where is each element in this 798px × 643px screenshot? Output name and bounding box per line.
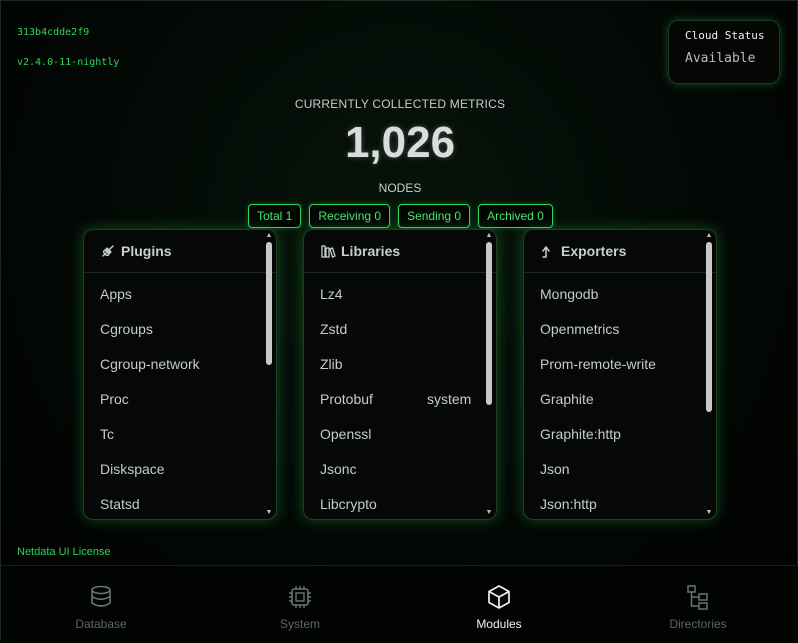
list-item-label: Protobuf — [320, 391, 373, 407]
list-item: Graphite — [540, 391, 594, 407]
list-item: Libcrypto — [320, 496, 377, 512]
libraries-panel: Libraries Lz4 Zstd Zlib Protobuf system … — [303, 229, 497, 520]
exporters-list: Mongodb Openmetrics Prom-remote-write Gr… — [540, 286, 696, 519]
libraries-scrollbar[interactable]: ▲ ▼ — [485, 230, 493, 519]
scroll-down-icon[interactable]: ▼ — [705, 509, 713, 517]
nodes-chips: Total 1 Receiving 0 Sending 0 Archived 0 — [248, 204, 553, 228]
libraries-list: Lz4 Zstd Zlib Protobuf system Openssl Js… — [320, 286, 476, 519]
tab-system[interactable]: System — [225, 566, 375, 643]
list-item: Cgroup-network — [100, 356, 200, 372]
list-item: Prom-remote-write — [540, 356, 656, 372]
list-item: Json — [540, 461, 570, 477]
database-icon — [91, 585, 111, 607]
plugins-scrollbar[interactable]: ▲ ▼ — [265, 230, 273, 519]
scroll-down-icon[interactable]: ▼ — [485, 509, 493, 517]
list-item-extra: system — [427, 391, 472, 407]
chip-receiving[interactable]: Receiving 0 — [309, 204, 391, 228]
list-item-protobuf: Protobuf system — [320, 391, 476, 426]
scroll-down-icon[interactable]: ▼ — [265, 509, 273, 517]
chip-total[interactable]: Total 1 — [248, 204, 302, 228]
scroll-thumb[interactable] — [706, 242, 712, 412]
plugins-panel-title: Plugins — [121, 243, 172, 259]
list-item: Cgroups — [100, 321, 153, 337]
list-item: Openmetrics — [540, 321, 620, 337]
chip-icon — [289, 586, 311, 608]
nodes-title: NODES — [378, 181, 422, 195]
list-item: Lz4 — [320, 286, 343, 302]
metrics-title: CURRENTLY COLLECTED METRICS — [294, 97, 506, 111]
scroll-thumb[interactable] — [266, 242, 272, 365]
app-frame: 313b4cdde2f9 v2.4.0-11-nightly Cloud Sta… — [0, 0, 798, 643]
list-item: Tc — [100, 426, 114, 442]
exporters-panel-title: Exporters — [561, 243, 627, 259]
metrics-value: 1,026 — [344, 118, 456, 167]
list-item: Mongodb — [540, 286, 599, 302]
list-item: Apps — [100, 286, 132, 302]
cloud-status-card[interactable]: Cloud Status Available — [668, 20, 780, 84]
library-icon — [321, 245, 336, 258]
tab-database[interactable]: Database — [26, 566, 176, 643]
folder-tree-icon — [687, 585, 708, 610]
plugins-panel-header: Plugins — [84, 230, 276, 273]
scroll-up-icon[interactable]: ▲ — [705, 232, 713, 240]
cloud-status-title: Cloud Status — [685, 29, 765, 42]
chip-sending[interactable]: Sending 0 — [398, 204, 471, 228]
scroll-up-icon[interactable]: ▲ — [265, 232, 273, 240]
footer-tabs: Database System Modules Directories — [1, 565, 798, 643]
tab-modules[interactable]: Modules — [424, 566, 574, 643]
libraries-panel-header: Libraries — [304, 230, 496, 273]
exporters-panel: Exporters Mongodb Openmetrics Prom-remot… — [523, 229, 717, 520]
tab-directories[interactable]: Directories — [623, 566, 773, 643]
build-hash: 313b4cdde2f9 — [17, 27, 90, 38]
tab-database-label: Database — [75, 617, 127, 631]
list-item: Proc — [100, 391, 129, 407]
scroll-up-icon[interactable]: ▲ — [485, 232, 493, 240]
tab-modules-label: Modules — [476, 617, 522, 631]
plug-icon — [102, 245, 114, 257]
tab-directories-label: Directories — [669, 617, 727, 631]
build-version: v2.4.0-11-nightly — [17, 57, 120, 68]
libraries-panel-title: Libraries — [341, 243, 401, 259]
chip-archived[interactable]: Archived 0 — [478, 204, 553, 228]
list-item: Jsonc — [320, 461, 357, 477]
list-item: Openssl — [320, 426, 372, 442]
license-link[interactable]: Netdata UI License — [17, 546, 111, 558]
export-arrow-icon — [542, 246, 550, 258]
cloud-status-value: Available — [685, 51, 756, 66]
tab-system-label: System — [279, 617, 320, 631]
cube-icon — [488, 585, 510, 609]
list-item: Zstd — [320, 321, 348, 337]
scroll-thumb[interactable] — [486, 242, 492, 405]
plugins-list: Apps Cgroups Cgroup-network Proc Tc Disk… — [100, 286, 256, 519]
list-item: Diskspace — [100, 461, 165, 477]
plugins-panel: Plugins Apps Cgroups Cgroup-network Proc… — [83, 229, 277, 520]
list-item: Json:http — [540, 496, 597, 512]
list-item: Statsd — [100, 496, 140, 512]
exporters-panel-header: Exporters — [524, 230, 716, 273]
exporters-scrollbar[interactable]: ▲ ▼ — [705, 230, 713, 519]
list-item: Graphite:http — [540, 426, 621, 442]
list-item: Zlib — [320, 356, 343, 372]
